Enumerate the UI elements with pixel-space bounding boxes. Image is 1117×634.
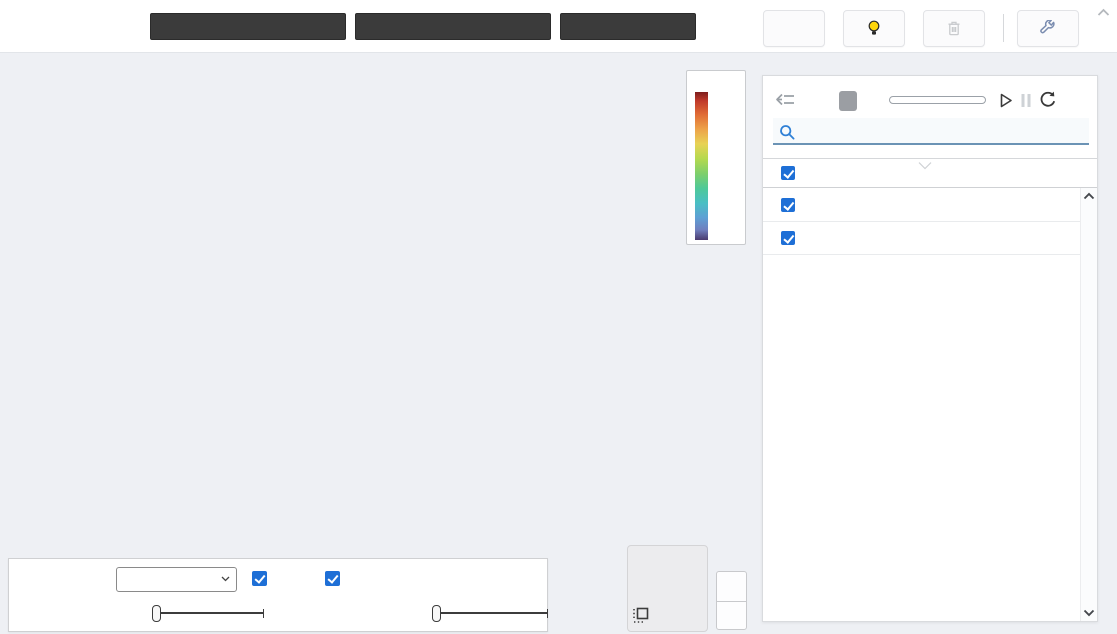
- view-navigation-pad: [627, 545, 708, 632]
- row-checkbox[interactable]: [781, 231, 795, 245]
- setting-button[interactable]: [763, 10, 825, 47]
- table-row[interactable]: [763, 189, 1080, 222]
- floor-map-panel: [762, 75, 1098, 622]
- toolbar-divider: [1003, 14, 1004, 42]
- row-checkbox[interactable]: [781, 198, 795, 212]
- playback-progress-slider[interactable]: [889, 96, 986, 104]
- suggest-button[interactable]: [843, 10, 905, 47]
- legend-checkbox[interactable]: [252, 571, 267, 586]
- app-root: { "app": { "title": "Wireless Concierge"…: [0, 0, 1117, 634]
- background-opacity-slider[interactable]: [431, 604, 548, 622]
- search-input[interactable]: [803, 120, 1083, 142]
- panel-scrollbar[interactable]: [1080, 188, 1097, 621]
- page-scroll-up-icon[interactable]: [1097, 4, 1110, 22]
- search-floor-maps: [773, 118, 1089, 145]
- floor-maps-dropdown[interactable]: [355, 13, 551, 40]
- search-icon: [780, 125, 795, 140]
- trash-icon: [947, 20, 961, 36]
- select-area-icon: [633, 607, 649, 623]
- collapse-arrow-icon: [776, 93, 794, 106]
- wrench-icon: [1040, 19, 1056, 36]
- select-all-checkbox[interactable]: [781, 166, 795, 180]
- drawing-mode-select[interactable]: [116, 567, 237, 592]
- clear-button[interactable]: [923, 10, 985, 47]
- radio-dropdown[interactable]: [560, 13, 696, 40]
- pause-button[interactable]: [1021, 94, 1031, 112]
- table-row[interactable]: [763, 222, 1080, 255]
- zoom-in-button[interactable]: [717, 572, 746, 601]
- zoom-buttons: [716, 571, 747, 630]
- scroll-up-icon[interactable]: [1083, 192, 1095, 200]
- details-button[interactable]: [775, 93, 801, 106]
- background-opacity-slider-handle[interactable]: [431, 604, 441, 622]
- refresh-button[interactable]: [1039, 91, 1057, 114]
- legend-colorbar: [695, 92, 708, 240]
- power-limit-slider[interactable]: [151, 604, 264, 622]
- scroll-down-icon[interactable]: [1083, 609, 1095, 617]
- top-toolbar: [0, 0, 1117, 53]
- apply-button[interactable]: [1017, 10, 1079, 47]
- power-limit-slider-handle[interactable]: [151, 604, 161, 622]
- header-notch: [915, 157, 935, 175]
- lightbulb-icon: [867, 20, 881, 36]
- dbm-legend: [686, 70, 746, 245]
- group-dropdown[interactable]: [150, 13, 346, 40]
- floors-count-badge: [839, 91, 857, 111]
- drawing-mode-select-wrap: [116, 567, 237, 592]
- fit-selection-button[interactable]: [632, 606, 650, 628]
- play-button[interactable]: [1000, 93, 1013, 113]
- wall-checkbox[interactable]: [325, 571, 340, 586]
- zoom-out-button[interactable]: [717, 601, 746, 630]
- drawing-controls-panel: [8, 558, 548, 632]
